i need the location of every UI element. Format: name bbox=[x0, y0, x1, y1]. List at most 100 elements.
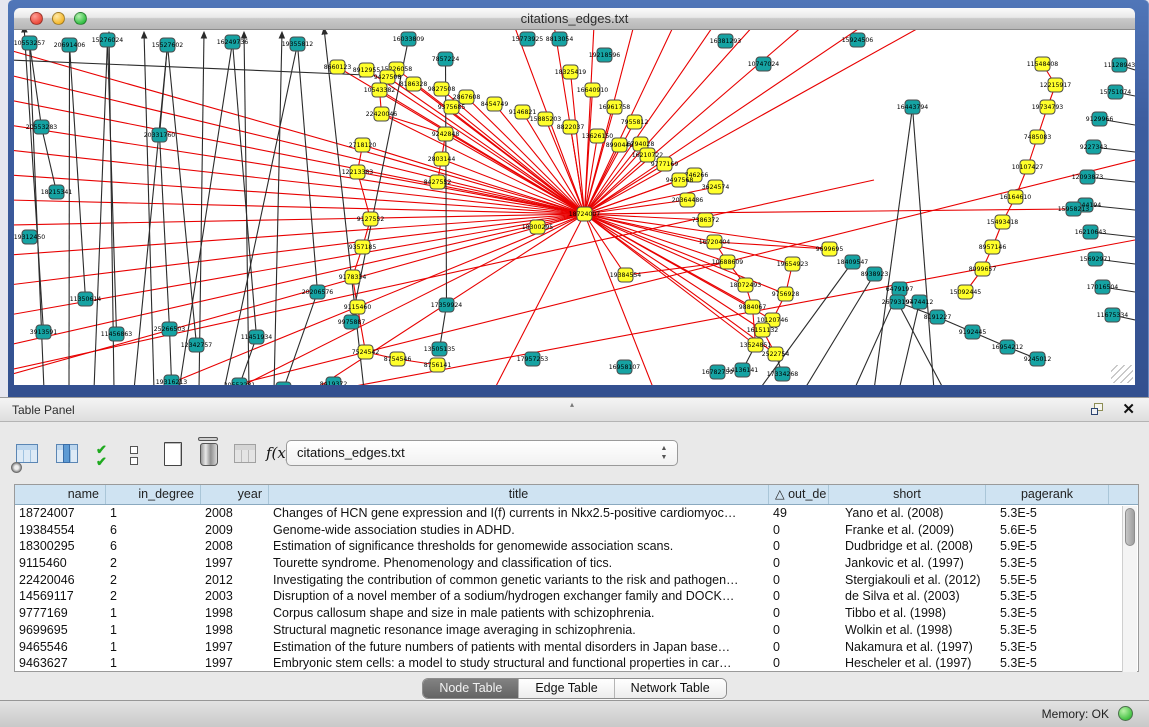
node-label: 15092445 bbox=[950, 289, 982, 296]
node-label: 6479197 bbox=[886, 286, 914, 293]
table-row[interactable]: 1872400712008Changes of HCN gene express… bbox=[15, 505, 1138, 522]
node-label: 12342757 bbox=[181, 342, 213, 349]
node-label: 9227343 bbox=[1080, 144, 1108, 151]
cell-short: Hescheler et al. (1997) bbox=[829, 655, 986, 672]
column-header-year[interactable]: year bbox=[201, 485, 269, 504]
table-scrollbar[interactable] bbox=[1122, 506, 1137, 672]
cell-out_de: 0 bbox=[769, 655, 829, 672]
column-header-short[interactable]: short bbox=[829, 485, 986, 504]
node-label: 7524542 bbox=[352, 349, 380, 356]
window-titlebar[interactable]: citations_edges.txt bbox=[14, 8, 1135, 30]
tab-edge-table[interactable]: Edge Table bbox=[519, 679, 614, 698]
float-panel-icon[interactable] bbox=[1091, 403, 1105, 416]
node-label: 8191227 bbox=[924, 314, 952, 321]
citation-edge-black bbox=[160, 45, 168, 135]
column-header-name[interactable]: name bbox=[15, 485, 106, 504]
table-row[interactable]: 911546021997Tourette syndrome. Phenomeno… bbox=[15, 555, 1138, 572]
node-label: 8938923 bbox=[861, 271, 889, 278]
panel-divider-handle[interactable]: ▴ bbox=[570, 393, 574, 417]
cell-pagerank: 5.3E-5 bbox=[986, 622, 1109, 639]
close-panel-icon[interactable]: ✕ bbox=[1122, 401, 1135, 419]
network-graph[interactable]: 1872400710553257206914061527602415527602… bbox=[14, 30, 1135, 385]
node-label: 15958213 bbox=[1058, 206, 1090, 213]
cell-short: Franke et al. (2009) bbox=[829, 522, 986, 539]
node-label: 16164610 bbox=[1000, 194, 1032, 201]
node-label: 9827508 bbox=[428, 86, 456, 93]
column-highlight-icon bbox=[63, 444, 70, 463]
cell-in_degree: 1 bbox=[106, 505, 201, 522]
cell-pagerank: 5.3E-5 bbox=[986, 639, 1109, 656]
new-table-button[interactable] bbox=[160, 440, 188, 470]
node-label: 11128943 bbox=[1104, 62, 1135, 69]
citation-edge-black bbox=[913, 107, 935, 385]
table-row[interactable]: 1830029562008Estimation of significance … bbox=[15, 538, 1138, 555]
cell-title: Investigating the contribution of common… bbox=[269, 572, 769, 589]
cell-in_degree: 2 bbox=[106, 555, 201, 572]
citation-edge-red bbox=[715, 242, 830, 249]
delete-table-button[interactable] bbox=[196, 440, 224, 470]
cell-short: Wolkin et al. (1998) bbox=[829, 622, 986, 639]
node-label: 8912955 bbox=[353, 67, 381, 74]
scrollbar-thumb[interactable] bbox=[1125, 508, 1135, 546]
cell-short: de Silva et al. (2003) bbox=[829, 588, 986, 605]
node-label: 11675334 bbox=[1097, 312, 1129, 319]
trash-lid-icon bbox=[198, 437, 218, 441]
column-header-pagerank[interactable]: pagerank bbox=[986, 485, 1109, 504]
cell-in_degree: 1 bbox=[106, 622, 201, 639]
citation-edge-black bbox=[874, 107, 913, 385]
cell-year: 2003 bbox=[201, 588, 269, 605]
selected-network-label: citations_edges.txt bbox=[297, 445, 405, 460]
table-row[interactable]: 977716911998Corpus callosum shape and si… bbox=[15, 605, 1138, 622]
network-canvas[interactable]: 1872400710553257206914061527602415527602… bbox=[14, 30, 1135, 385]
node-label: 11548408 bbox=[1027, 61, 1059, 68]
teal-node[interactable] bbox=[276, 382, 291, 385]
memory-status-label: Memory: OK bbox=[1042, 707, 1109, 721]
node-label: 9192445 bbox=[959, 329, 987, 336]
cell-out_de: 49 bbox=[769, 505, 829, 522]
citation-edge-black bbox=[108, 40, 117, 334]
table-row[interactable]: 946554611997Estimation of the future num… bbox=[15, 639, 1138, 656]
table-row[interactable]: 946362711997Embryonic stem cells: a mode… bbox=[15, 655, 1138, 672]
column-header-title[interactable]: title bbox=[269, 485, 769, 504]
cell-title: Estimation of significance thresholds fo… bbox=[269, 538, 769, 555]
table-row[interactable]: 2242004622012Investigating the contribut… bbox=[15, 572, 1138, 589]
deselect-all-button[interactable] bbox=[122, 444, 150, 474]
node-label: 16210643 bbox=[1075, 229, 1107, 236]
cell-year: 2008 bbox=[201, 538, 269, 555]
node-label: 13505135 bbox=[424, 346, 456, 353]
node-label: 17334268 bbox=[767, 371, 799, 378]
window-resize-grip[interactable] bbox=[1111, 365, 1133, 383]
table-row[interactable]: 969969511998Structural magnetic resonanc… bbox=[15, 622, 1138, 639]
gear-icon bbox=[11, 462, 22, 473]
citation-edge-black bbox=[170, 329, 172, 382]
citation-edge-red bbox=[14, 214, 585, 225]
table-row[interactable]: 1456911722003Disruption of a novel membe… bbox=[15, 588, 1138, 605]
citation-edge-black bbox=[69, 45, 70, 385]
node-label: 19654923 bbox=[777, 261, 809, 268]
node-label: 8822037 bbox=[557, 124, 585, 131]
cell-short: Nakamura et al. (1997) bbox=[829, 639, 986, 656]
tab-network-table[interactable]: Network Table bbox=[615, 679, 726, 698]
node-label: 17016504 bbox=[1087, 284, 1119, 291]
column-header-out_de[interactable]: △ out_de… bbox=[769, 485, 829, 504]
node-label: 7386372 bbox=[692, 217, 720, 224]
column-header-in_degree[interactable]: in_degree bbox=[106, 485, 201, 504]
node-label: 3624574 bbox=[702, 184, 730, 191]
tab-node-table[interactable]: Node Table bbox=[423, 679, 519, 698]
show-columns-button[interactable] bbox=[54, 440, 82, 470]
table-row[interactable]: 1938455462009Genome-wide association stu… bbox=[15, 522, 1138, 539]
citation-edge-red bbox=[585, 209, 1074, 214]
node-label: 15692971 bbox=[1080, 256, 1112, 263]
node-label: 8099657 bbox=[969, 266, 997, 273]
node-label: 6794028 bbox=[627, 141, 655, 148]
cell-short: Stergiakouli et al. (2012) bbox=[829, 572, 986, 589]
cell-in_degree: 1 bbox=[106, 639, 201, 656]
select-all-button[interactable]: ✔✔ bbox=[96, 444, 124, 474]
citation-edge-black bbox=[274, 32, 282, 385]
network-table-selector[interactable]: citations_edges.txt ▲▼ bbox=[286, 440, 678, 466]
memory-status-icon[interactable] bbox=[1118, 706, 1133, 721]
status-bar: Memory: OK bbox=[0, 700, 1149, 727]
cell-name: 19384554 bbox=[15, 522, 106, 539]
table-options-button[interactable] bbox=[14, 440, 42, 470]
node-label: 20553283 bbox=[26, 124, 58, 131]
